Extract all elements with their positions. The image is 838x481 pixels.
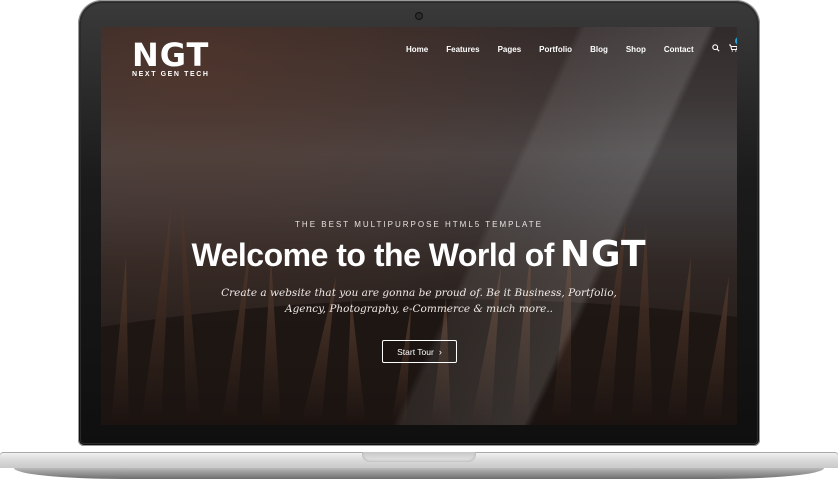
hero-title-text: Welcome to the World of [191,237,554,273]
hero-title-brand: NGT [559,234,647,275]
nav-item-features[interactable]: Features [446,45,479,54]
camera-icon [416,13,422,19]
nav-item-contact[interactable]: Contact [664,45,694,54]
hero-description: Create a website that you are gonna be p… [101,285,737,317]
logo-mark: NGT [132,36,210,74]
nav-item-blog[interactable]: Blog [590,45,608,54]
main-nav: Home Features Pages Portfolio Blog Shop … [406,37,737,54]
logo-tagline: NEXT GEN TECH [132,71,210,78]
laptop-base [0,446,838,481]
cart-icon[interactable]: 5 [728,37,737,54]
hero-description-line1: Create a website that you are gonna be p… [221,287,617,299]
search-icon[interactable] [711,44,720,54]
chevron-right-icon: › [438,346,442,357]
website-screen: NGT NEXT GEN TECH Home Features Pages Po… [101,27,737,425]
nav-item-portfolio[interactable]: Portfolio [539,45,572,54]
base-notch [362,452,476,462]
base-bottom [14,468,824,479]
hero-kicker: THE BEST MULTIPURPOSE HTML5 TEMPLATE [295,220,543,229]
site-logo[interactable]: NGT NEXT GEN TECH [132,36,210,78]
start-tour-button[interactable]: Start Tour › [382,340,457,363]
nav-item-pages[interactable]: Pages [498,45,522,54]
start-tour-label: Start Tour [397,346,434,357]
hero-description-line2: Agency, Photography, e-Commerce & much m… [284,303,554,315]
nav-item-home[interactable]: Home [406,45,428,54]
nav-item-shop[interactable]: Shop [626,45,646,54]
hero-title: Welcome to the World of NGT [101,234,737,275]
